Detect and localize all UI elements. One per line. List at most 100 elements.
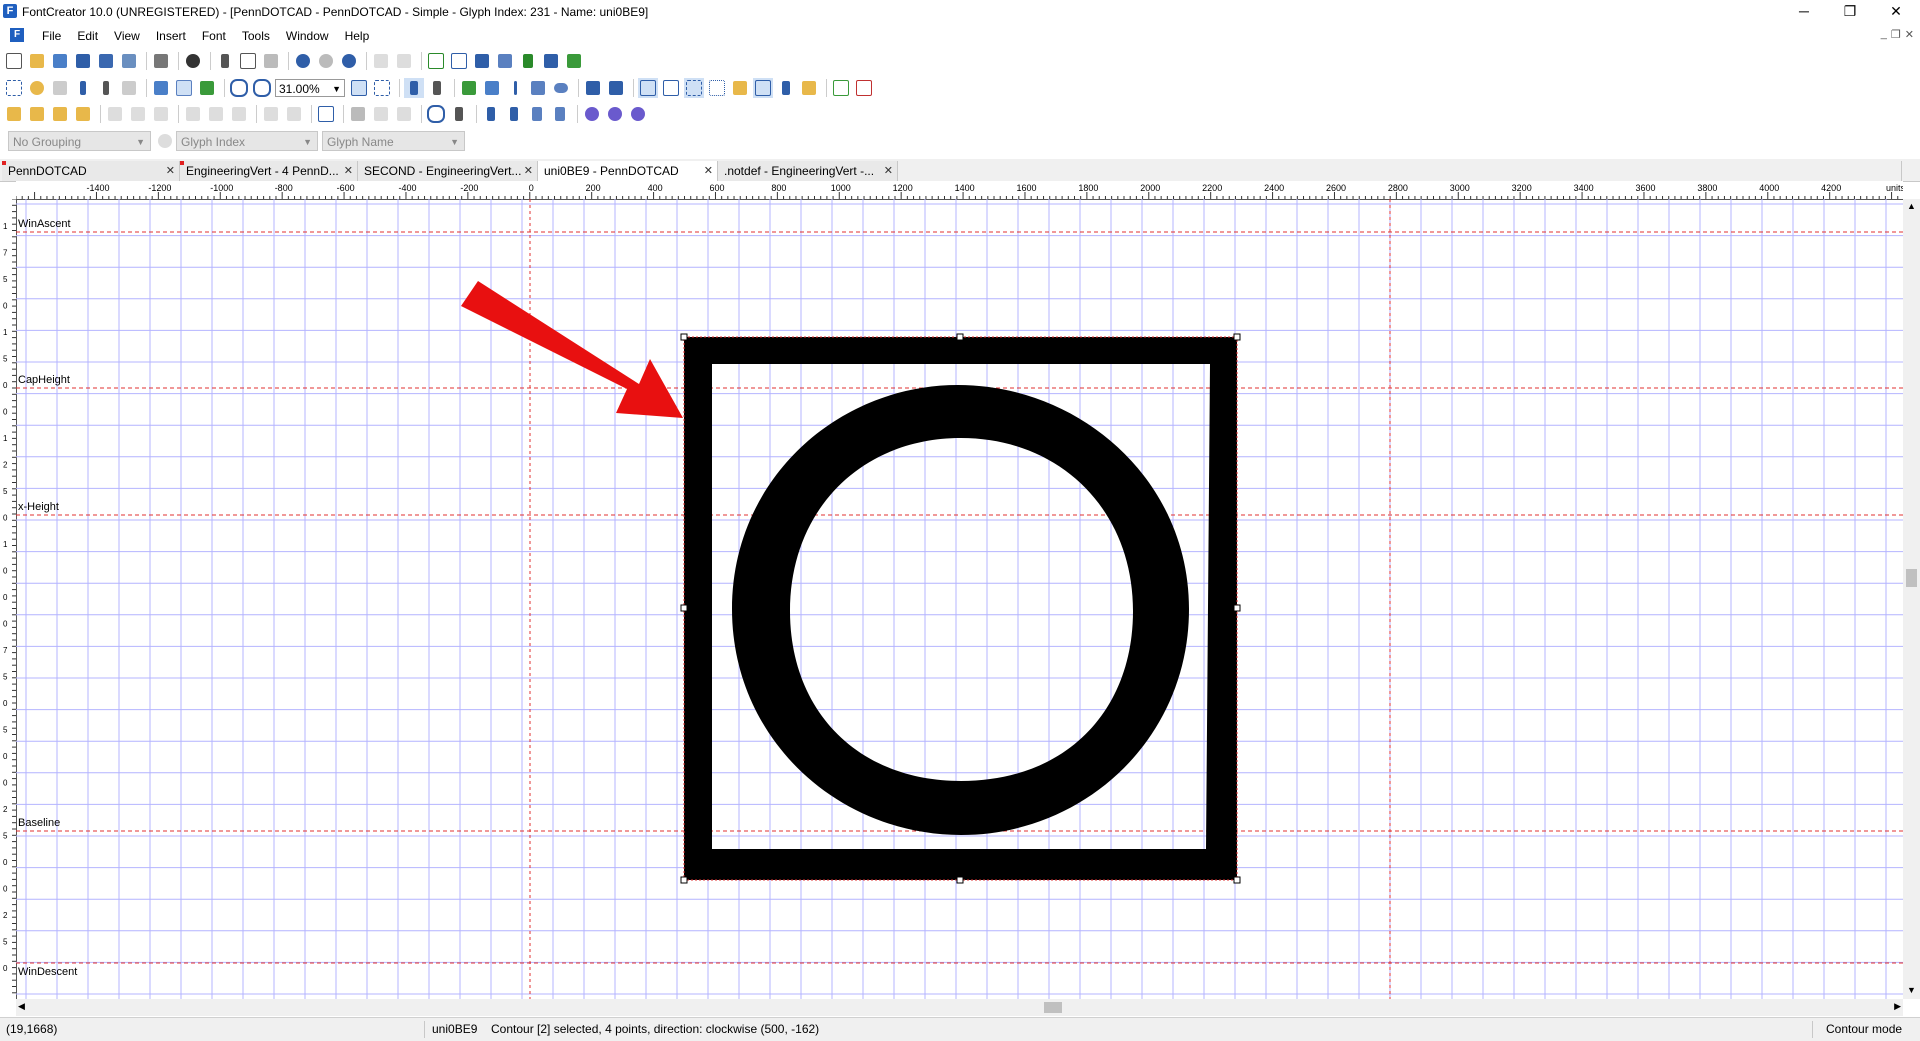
union-icon[interactable] [582,104,602,124]
rectangle-icon[interactable] [528,78,548,98]
knife-icon[interactable] [96,78,116,98]
tab-second-engineeringvert[interactable]: SECOND - EngineeringVert... ✕ [358,161,538,181]
minimize-button[interactable]: ─ [1782,0,1826,22]
find-icon[interactable] [183,51,203,71]
settings-icon[interactable] [394,51,414,71]
pen-icon[interactable] [73,78,93,98]
redo-icon[interactable] [316,51,336,71]
print-icon[interactable] [151,51,171,71]
mdi-restore-button[interactable]: ❐ [1891,28,1901,41]
tab-scroll[interactable] [1901,161,1916,181]
test-icon[interactable] [449,51,469,71]
zoom-fit-icon[interactable] [349,78,369,98]
close-icon[interactable]: ✕ [524,161,533,181]
properties-icon[interactable] [371,51,391,71]
next-glyph-icon[interactable] [606,78,626,98]
tab-engineeringvert-4[interactable]: EngineeringVert - 4 PennD... ✕ [180,161,358,181]
send-back-icon[interactable] [73,104,93,124]
trace-icon[interactable] [482,78,502,98]
lasso-icon[interactable] [27,78,47,98]
zoom-combo[interactable]: 31.00% ▼ [275,79,345,97]
node-tool-icon[interactable] [427,78,447,98]
zoom-selection-icon[interactable] [372,78,392,98]
paste-icon[interactable] [261,51,281,71]
bold-toggle-icon[interactable] [753,78,773,98]
bring-front-icon[interactable] [4,104,24,124]
tab-uni0be9[interactable]: uni0BE9 - PennDOTCAD ✕ [538,161,718,181]
sort-combo[interactable]: Glyph Index ▼ [176,131,318,151]
menu-insert[interactable]: Insert [148,29,194,43]
handle-right[interactable] [1233,604,1241,612]
undo-icon[interactable] [293,51,313,71]
menu-file[interactable]: File [34,29,69,43]
horizontal-scroll-thumb[interactable] [1044,1002,1062,1013]
components-icon[interactable] [831,78,851,98]
handle-top[interactable] [956,333,964,341]
grid-icon[interactable] [638,78,658,98]
scale-icon[interactable] [197,78,217,98]
lock-icon[interactable] [799,78,819,98]
menu-view[interactable]: View [106,29,148,43]
scroll-left-icon[interactable]: ◀ [18,1001,25,1012]
close-icon[interactable]: ✕ [884,161,893,181]
skew-icon[interactable] [550,104,570,124]
open-project-icon[interactable] [50,51,70,71]
new-icon[interactable] [4,51,24,71]
mdi-close-button[interactable]: ✕ [1905,28,1914,41]
maximize-button[interactable]: ❐ [1828,0,1872,22]
scroll-up-icon[interactable]: ▲ [1907,201,1916,211]
points-icon[interactable] [707,78,727,98]
metrics-icon[interactable] [684,78,704,98]
close-icon[interactable]: ✕ [166,161,175,181]
vertical-scrollbar[interactable]: ▲ ▼ [1903,199,1920,999]
ellipse-icon[interactable] [551,78,571,98]
anchor-icon[interactable] [776,78,796,98]
copy-icon[interactable] [238,51,258,71]
menu-window[interactable]: Window [278,29,337,43]
handle-bottom-left[interactable] [680,876,688,884]
image-icon[interactable] [151,78,171,98]
subtract-icon[interactable] [628,104,648,124]
handle-bottom-right[interactable] [1233,876,1241,884]
menu-edit[interactable]: Edit [69,29,106,43]
open-icon[interactable] [27,51,47,71]
rotate-icon[interactable] [426,104,446,124]
save-all-icon[interactable] [96,51,116,71]
send-backward-icon[interactable] [50,104,70,124]
intersect-icon[interactable] [605,104,625,124]
export-icon[interactable] [119,51,139,71]
document-icon[interactable]: F [10,28,24,42]
canvas-svg[interactable]: WinAscent CapHeight x-Height Baseline Wi… [16,199,1903,999]
vertical-scroll-thumb[interactable] [1906,569,1917,587]
menu-font[interactable]: Font [194,29,234,43]
grouping-combo[interactable]: No Grouping ▼ [8,131,151,151]
handle-top-right[interactable] [1233,333,1241,341]
insert-image-icon[interactable] [459,78,479,98]
save-icon[interactable] [73,51,93,71]
scroll-right-icon[interactable]: ▶ [1894,1001,1901,1012]
cut-icon[interactable] [215,51,235,71]
decompose-icon[interactable] [854,78,874,98]
measure-icon[interactable] [174,78,194,98]
overview-icon[interactable] [541,51,561,71]
handle-top-left[interactable] [680,333,688,341]
flip-horizontal-icon[interactable] [481,104,501,124]
erase-icon[interactable] [348,104,368,124]
reverse-icon[interactable] [449,104,469,124]
close-icon[interactable]: ✕ [344,161,353,181]
validate-icon[interactable] [426,51,446,71]
check-icon[interactable] [518,51,538,71]
pointer-icon[interactable] [404,78,424,98]
eraser-icon[interactable] [119,78,139,98]
handle-bottom[interactable] [956,876,964,884]
guidelines-icon[interactable] [661,78,681,98]
mirror-icon[interactable] [527,104,547,124]
bring-forward-icon[interactable] [27,104,47,124]
flip-vertical-icon[interactable] [504,104,524,124]
transform-icon[interactable] [564,51,584,71]
autohint-icon[interactable] [495,51,515,71]
menu-help[interactable]: Help [337,29,378,43]
preview-icon[interactable] [472,51,492,71]
zoom-in-icon[interactable] [229,78,249,98]
horizontal-scrollbar[interactable]: ◀ ▶ [16,999,1903,1016]
